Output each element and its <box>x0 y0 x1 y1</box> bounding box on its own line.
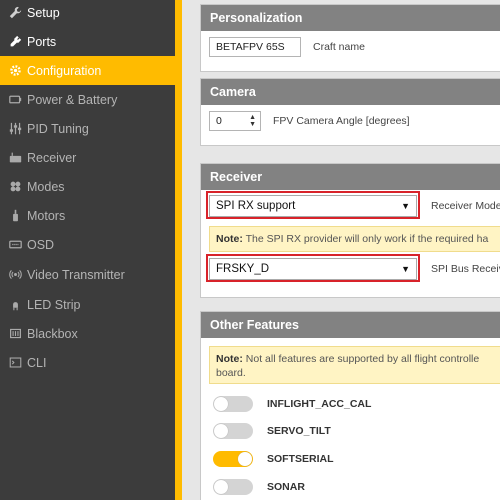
spinner-arrows-icon[interactable]: ▲ ▼ <box>249 114 256 128</box>
sidebar-item-label: Ports <box>27 34 57 49</box>
other-features-note-text-2: board. <box>216 367 246 379</box>
sidebar-item-motors[interactable]: Motors <box>0 201 175 230</box>
terminal-icon <box>8 356 22 370</box>
feature-row: INFLIGHT_ACC_CAL <box>213 396 371 412</box>
sliders-icon <box>8 122 22 136</box>
feature-row: SERVO_TILT <box>213 423 331 439</box>
sidebar-item-label: Video Transmitter <box>27 267 125 282</box>
camera-panel: Camera 0 ▲ ▼ FPV Camera Angle [degrees] <box>200 78 500 146</box>
sidebar-item-blackbox[interactable]: Blackbox <box>0 319 175 348</box>
sidebar-item-pid-tuning[interactable]: PID Tuning <box>0 114 175 143</box>
sidebar-item-label: Modes <box>27 179 65 194</box>
feature-row: SOFTSERIAL <box>213 451 334 467</box>
sidebar-item-label: PID Tuning <box>27 121 89 136</box>
receiver-title: Receiver <box>201 164 500 190</box>
receiver-note-text: The SPI RX provider will only work if th… <box>245 233 489 245</box>
other-features-title: Other Features <box>201 312 500 338</box>
spi-bus-receiver-highlight <box>206 254 420 282</box>
sidebar-item-label: Receiver <box>27 150 77 165</box>
other-features-note-bold: Note: <box>216 353 243 365</box>
toggle-knob <box>238 452 252 466</box>
receiver-note: Note: The SPI RX provider will only work… <box>209 226 500 252</box>
sidebar-item-configuration[interactable]: Configuration <box>0 56 175 85</box>
toggle-knob <box>214 397 228 411</box>
sidebar-accent-divider <box>175 0 182 500</box>
feature-toggle[interactable] <box>213 396 253 412</box>
sidebar-item-modes[interactable]: Modes <box>0 172 175 201</box>
camera-angle-input[interactable]: 0 ▲ ▼ <box>209 111 261 131</box>
craft-name-row: BETAFPV 65S Craft name <box>209 37 365 57</box>
broadcast-icon <box>8 268 22 282</box>
configuration-content: Personalization BETAFPV 65S Craft name C… <box>182 0 500 500</box>
sidebar-item-label: LED Strip <box>27 297 81 312</box>
sidebar-item-power-battery[interactable]: Power & Battery <box>0 85 175 114</box>
wrench-icon <box>8 6 22 20</box>
blackbox-icon <box>8 327 22 341</box>
sidebar-item-setup[interactable]: Setup <box>0 0 175 27</box>
sidebar-item-label: Setup <box>27 5 60 20</box>
sidebar-item-label: CLI <box>27 355 47 370</box>
receiver-panel: Receiver SPI RX support ▼ Receiver Mode … <box>200 163 500 298</box>
other-features-panel: Other Features Note: Not all features ar… <box>200 311 500 500</box>
personalization-panel: Personalization BETAFPV 65S Craft name <box>200 4 500 72</box>
sidebar-item-osd[interactable]: OSD <box>0 230 175 259</box>
other-features-note-text: Not all features are supported by all fl… <box>245 353 480 365</box>
feature-label: SONAR <box>267 481 305 493</box>
camera-angle-label: FPV Camera Angle [degrees] <box>273 115 410 127</box>
feature-toggle[interactable] <box>213 423 253 439</box>
modes-icon <box>8 180 22 194</box>
toggle-knob <box>214 424 228 438</box>
motor-icon <box>8 209 22 223</box>
battery-icon <box>8 93 22 107</box>
sidebar-item-ports[interactable]: Ports <box>0 27 175 56</box>
sidebar-item-video-transmitter[interactable]: Video Transmitter <box>0 260 175 289</box>
osd-icon <box>8 238 22 252</box>
led-icon <box>8 298 22 312</box>
toggle-knob <box>214 480 228 494</box>
feature-label: SERVO_TILT <box>267 425 331 437</box>
sidebar-item-label: OSD <box>27 237 55 252</box>
sidebar-item-label: Power & Battery <box>27 92 118 107</box>
receiver-icon <box>8 151 22 165</box>
craft-name-label: Craft name <box>313 41 365 53</box>
feature-label: INFLIGHT_ACC_CAL <box>267 398 372 410</box>
spi-bus-receiver-label: SPI Bus Receiver <box>431 263 500 275</box>
sidebar-item-label: Motors <box>27 208 66 223</box>
sidebar: Setup Ports Configuration Power & Batter… <box>0 0 175 500</box>
plug-icon <box>8 35 22 49</box>
sidebar-item-label: Configuration <box>27 63 102 78</box>
sidebar-item-receiver[interactable]: Receiver <box>0 143 175 172</box>
sidebar-item-led-strip[interactable]: LED Strip <box>0 290 175 319</box>
other-features-note: Note: Not all features are supported by … <box>209 346 500 384</box>
sidebar-item-cli[interactable]: CLI <box>0 348 175 377</box>
feature-label: SOFTSERIAL <box>267 453 334 465</box>
feature-row: SONAR <box>213 479 305 495</box>
sidebar-item-label: Blackbox <box>27 326 78 341</box>
feature-toggle[interactable] <box>213 451 253 467</box>
gear-icon <box>8 64 22 78</box>
camera-angle-row: 0 ▲ ▼ FPV Camera Angle [degrees] <box>209 111 410 131</box>
camera-angle-value: 0 <box>216 115 222 127</box>
receiver-mode-label: Receiver Mode <box>431 200 500 212</box>
camera-title: Camera <box>201 79 500 105</box>
feature-toggle[interactable] <box>213 479 253 495</box>
craft-name-input[interactable]: BETAFPV 65S <box>209 37 301 57</box>
receiver-mode-highlight <box>206 191 420 219</box>
receiver-note-bold: Note: <box>216 233 243 245</box>
personalization-title: Personalization <box>201 5 500 31</box>
